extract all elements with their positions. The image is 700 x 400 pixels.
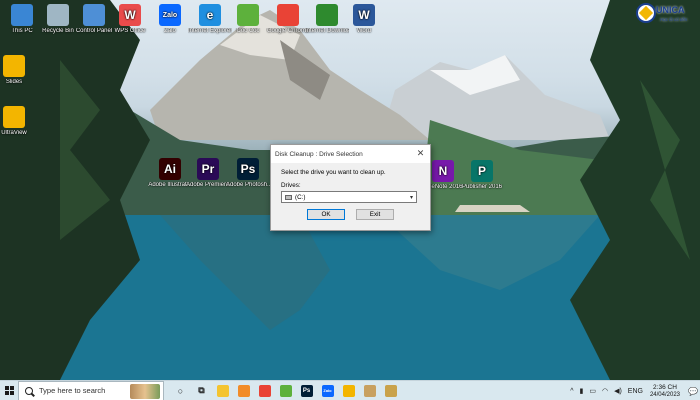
desktop-icon-word[interactable]: W Word xyxy=(342,4,386,35)
dialog-body: Select the drive you want to clean up. D… xyxy=(271,163,430,225)
ultraview-glyph xyxy=(342,384,355,397)
taskbar: Type here to search ○ ⧉ Ps Zalo ^ ▮ ▭ ◠ ◀) … xyxy=(0,380,700,400)
search-highlight-image xyxy=(130,383,160,399)
idm-icon xyxy=(316,4,338,26)
desktop-icon-photoshop[interactable]: Ps Adobe Photosh... xyxy=(226,158,270,189)
selected-drive-value: (C:) xyxy=(295,193,306,201)
computer-icon xyxy=(11,4,33,26)
paint-icon[interactable] xyxy=(359,381,380,400)
zalo-icon: Zalo xyxy=(159,4,181,26)
task-view-glyph: ⧉ xyxy=(198,385,205,395)
file-explorer-icon[interactable] xyxy=(212,381,233,400)
coccoc-icon[interactable] xyxy=(275,381,296,400)
store-glyph xyxy=(237,384,250,397)
hard-drive-icon xyxy=(285,194,292,200)
desktop-icon-label: Zalo xyxy=(164,28,176,34)
desktop-icon-chrome[interactable]: Google Chrome xyxy=(266,4,310,35)
desktop-icon-label: Google Chrome xyxy=(266,28,310,34)
file-explorer-glyph xyxy=(216,384,229,397)
disk-cleanup-dialog: Disk Cleanup : Drive Selection ✕ Select … xyxy=(270,144,431,231)
cortana-glyph: ○ xyxy=(177,385,184,396)
clock[interactable]: 2:36 CH 24/04/2023 xyxy=(650,384,680,399)
search-placeholder: Type here to search xyxy=(39,386,106,395)
desktop-icon-zalo[interactable]: Zalo Zalo xyxy=(148,4,192,35)
desktop-icon-slides[interactable]: Slides xyxy=(0,55,36,86)
premiere-icon: Pr xyxy=(197,158,219,180)
photoshop-icon: Ps xyxy=(237,158,259,180)
recycle-bin-icon xyxy=(47,4,69,26)
coccoc-glyph xyxy=(279,384,292,397)
chrome-icon xyxy=(277,4,299,26)
wifi-icon[interactable]: ◠ xyxy=(602,387,608,395)
desktop-icon-coccoc[interactable]: Cốc Cốc xyxy=(226,4,270,35)
volume-icon[interactable]: ◀) xyxy=(614,387,622,395)
illustrator-icon: Ai xyxy=(159,158,181,180)
paint-glyph xyxy=(363,384,376,397)
desktop-icon-label: UltraView xyxy=(1,130,27,136)
taskbar-pinned-apps: ○ ⧉ Ps Zalo xyxy=(170,381,401,400)
search-icon xyxy=(25,386,33,395)
logo-tagline: Học là có tiền xyxy=(660,17,688,22)
unica-logo-mark xyxy=(636,3,656,23)
photoshop-icon[interactable]: Ps xyxy=(296,381,317,400)
photoshop-glyph: Ps xyxy=(300,384,313,397)
zalo-icon[interactable]: Zalo xyxy=(317,381,338,400)
desktop-icon-ultraview[interactable]: UltraView xyxy=(0,106,36,137)
tool-glyph xyxy=(384,384,397,397)
desktop-icon-label: Slides xyxy=(5,79,23,85)
publisher-icon: P xyxy=(471,160,493,182)
ultraview-icon[interactable] xyxy=(338,381,359,400)
cortana-icon[interactable]: ○ xyxy=(170,381,191,400)
exit-button[interactable]: Exit xyxy=(356,209,394,220)
system-tray: ^ ▮ ▭ ◠ ◀) ENG 2:36 CH 24/04/2023 💬 xyxy=(567,381,700,400)
logo-name: UNICA xyxy=(656,5,685,15)
wps-office-icon: W xyxy=(119,4,141,26)
desktop-icon-label: Adobe Photosh... xyxy=(226,182,270,188)
onenote-icon: N xyxy=(432,160,454,182)
control-panel-icon xyxy=(83,4,105,26)
drive-select[interactable]: (C:) ▾ xyxy=(281,191,417,203)
desktop-icon-label: Cốc Cốc xyxy=(236,28,260,34)
dialog-titlebar[interactable]: Disk Cleanup : Drive Selection ✕ xyxy=(271,145,430,163)
desktop-icon-label: WPS Office xyxy=(114,28,146,34)
folder-tray-icon[interactable]: ▭ xyxy=(589,387,596,395)
language-indicator[interactable]: ENG xyxy=(628,388,643,395)
close-icon[interactable]: ✕ xyxy=(415,148,426,159)
chrome-glyph xyxy=(258,384,271,397)
dialog-prompt: Select the drive you want to clean up. xyxy=(281,169,386,176)
clock-time: 2:36 CH xyxy=(653,383,677,391)
word-icon: W xyxy=(353,4,375,26)
coccoc-icon xyxy=(237,4,259,26)
desktop-icon-label: Publisher 2016 xyxy=(461,184,503,190)
taskbar-search-box[interactable]: Type here to search xyxy=(18,380,164,400)
tool-icon[interactable] xyxy=(380,381,401,400)
internet-explorer-icon: e xyxy=(199,4,221,26)
desktop-icon-premiere[interactable]: Pr Adobe Premiere Pr... xyxy=(186,158,230,189)
slides-icon xyxy=(3,55,25,77)
dialog-button-row: OK Exit xyxy=(281,209,420,220)
network-icon[interactable]: ▮ xyxy=(579,387,583,395)
tray-overflow-chevron-icon[interactable]: ^ xyxy=(570,388,573,395)
desktop-icon-publisher[interactable]: P Publisher 2016 xyxy=(460,160,504,191)
unica-logo: UNICA Học là có tiền xyxy=(636,3,696,31)
ok-button[interactable]: OK xyxy=(307,209,345,220)
chevron-down-icon[interactable]: ▾ xyxy=(410,194,413,201)
notification-icon[interactable]: 💬 xyxy=(686,381,700,400)
desktop-icon-wps[interactable]: W WPS Office xyxy=(108,4,152,35)
drives-label: Drives: xyxy=(281,182,301,189)
desktop-icon-label: Word xyxy=(356,28,372,34)
start-button[interactable] xyxy=(0,381,18,400)
chrome-icon[interactable] xyxy=(254,381,275,400)
ultraview-icon xyxy=(3,106,25,128)
clock-date: 24/04/2023 xyxy=(649,391,680,398)
zalo-glyph: Zalo xyxy=(321,384,334,397)
store-icon[interactable] xyxy=(233,381,254,400)
dialog-title: Disk Cleanup : Drive Selection xyxy=(275,150,363,158)
desktop-icon-label: Adobe Premiere Pr... xyxy=(186,182,230,188)
task-view-icon[interactable]: ⧉ xyxy=(191,381,212,400)
windows-logo-icon xyxy=(4,386,14,395)
